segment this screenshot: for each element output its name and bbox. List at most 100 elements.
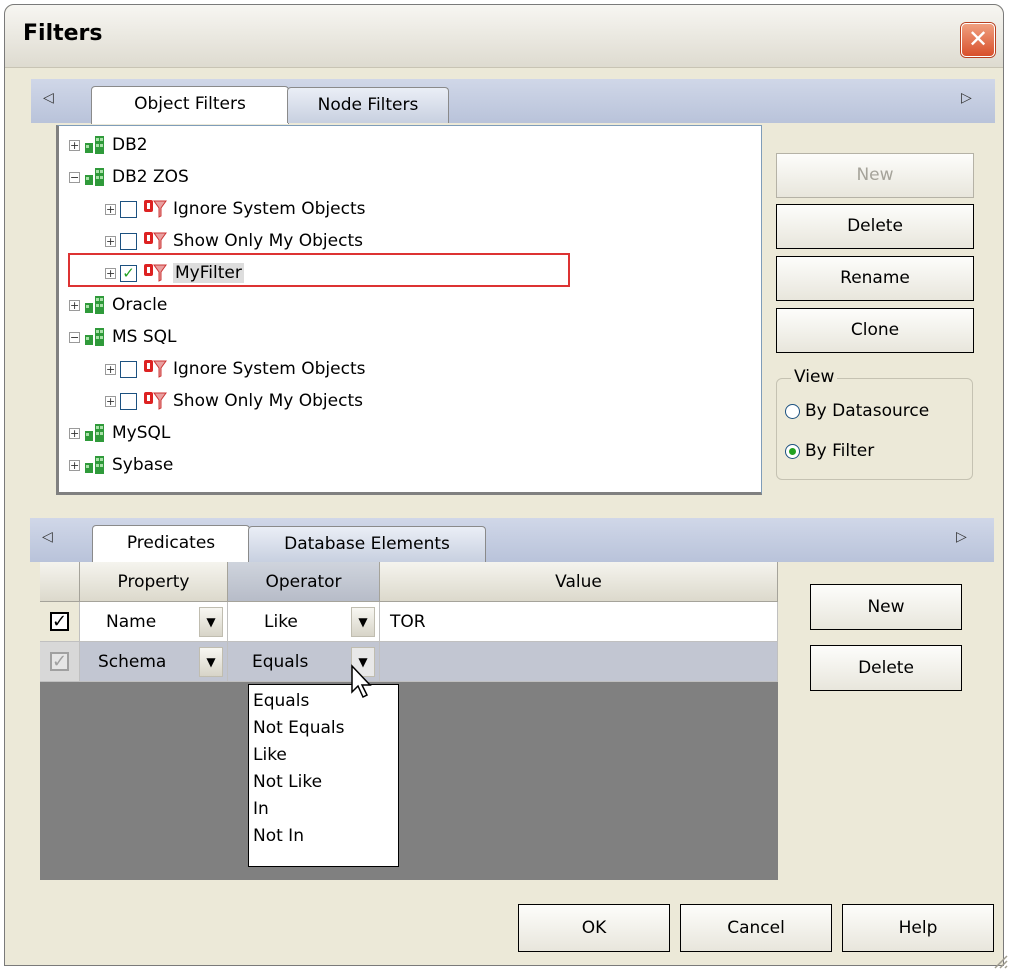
radio-by-filter[interactable]: By Filter — [785, 441, 874, 461]
tree-node-label: DB2 ZOS — [112, 167, 189, 187]
filter-checkbox[interactable] — [120, 360, 137, 378]
row-checkbox-cell[interactable]: ✓ — [40, 642, 80, 682]
grid-corner-header — [40, 562, 80, 602]
expand-icon[interactable]: + — [105, 395, 116, 407]
clone-filter-button[interactable]: Clone — [776, 308, 974, 353]
dropdown-option[interactable]: Like — [253, 742, 394, 769]
tree-node-datasource[interactable]: − MS SQL — [69, 322, 177, 352]
tree-node-filter[interactable]: + Show Only My Objects — [105, 226, 363, 256]
help-button[interactable]: Help — [842, 904, 994, 952]
value-text: TOR — [390, 612, 426, 632]
property-column-header[interactable]: Property — [80, 562, 228, 602]
property-cell[interactable]: Schema ▼ — [80, 642, 228, 682]
tree-node-label: Ignore System Objects — [173, 359, 366, 379]
dropdown-option[interactable]: In — [253, 796, 394, 823]
tree-node-label: DB2 — [112, 135, 148, 155]
dropdown-option[interactable]: Not In — [253, 823, 394, 850]
chevron-down-icon[interactable]: ▼ — [199, 607, 223, 637]
tab-scroll-right-icon[interactable]: ▷ — [961, 90, 972, 106]
property-value: Schema — [98, 652, 167, 672]
filter-checkbox[interactable] — [120, 232, 137, 250]
expand-icon[interactable]: + — [69, 299, 80, 311]
tree-node-label: MS SQL — [112, 327, 177, 347]
filter-checkbox[interactable] — [120, 200, 137, 218]
check-icon[interactable]: ✓ — [50, 612, 69, 631]
filter-checkbox[interactable] — [120, 392, 137, 410]
expand-icon[interactable]: + — [105, 235, 116, 247]
tree-node-label: Show Only My Objects — [173, 231, 363, 251]
chevron-down-icon[interactable]: ▼ — [351, 607, 375, 637]
operator-value: Equals — [252, 652, 309, 672]
operator-dropdown-list[interactable]: Equals Not Equals Like Not Like In Not I… — [248, 684, 399, 867]
delete-filter-button[interactable]: Delete — [776, 204, 974, 249]
new-filter-button[interactable]: New — [776, 153, 974, 198]
ok-button[interactable]: OK — [518, 904, 670, 952]
value-cell[interactable]: TOR — [380, 602, 778, 642]
tab-predicates[interactable]: Predicates — [92, 525, 250, 563]
resize-grip-icon[interactable] — [991, 952, 1009, 970]
tree-node-datasource[interactable]: + MySQL — [69, 418, 170, 448]
radio-by-datasource[interactable]: By Datasource — [785, 401, 929, 421]
predicates-grid[interactable]: Property Operator Value ✓ Name ▼ Like ▼ … — [40, 562, 778, 880]
property-cell[interactable]: Name ▼ — [80, 602, 228, 642]
expand-icon[interactable]: + — [105, 363, 116, 375]
filter-funnel-icon — [144, 232, 167, 250]
tab-database-elements[interactable]: Database Elements — [248, 526, 486, 562]
datasource-icon — [85, 136, 104, 154]
new-predicate-button[interactable]: New — [810, 584, 962, 630]
expand-icon[interactable]: + — [69, 459, 80, 471]
rename-filter-button[interactable]: Rename — [776, 256, 974, 301]
datasource-icon — [85, 456, 104, 474]
tree-node-filter[interactable]: + Show Only My Objects — [105, 386, 363, 416]
upper-tab-strip: ◁ Object Filters Node Filters ▷ — [31, 79, 995, 124]
tree-node-label: Ignore System Objects — [173, 199, 366, 219]
lower-tab-strip: ◁ Predicates Database Elements ▷ — [30, 518, 994, 563]
cancel-button[interactable]: Cancel — [680, 904, 832, 952]
tree-node-datasource[interactable]: + Sybase — [69, 450, 173, 480]
filter-tree[interactable]: + DB2 − DB2 ZOS + Ignore System Objects + Show … — [56, 125, 762, 495]
expand-icon[interactable]: + — [69, 139, 80, 151]
expand-icon[interactable]: + — [105, 203, 116, 215]
value-cell[interactable] — [380, 642, 778, 682]
radio-button[interactable] — [785, 403, 800, 419]
dialog-title: Filters — [23, 21, 103, 46]
operator-cell[interactable]: Like ▼ — [228, 602, 380, 642]
chevron-down-icon[interactable]: ▼ — [199, 647, 223, 677]
collapse-icon[interactable]: − — [69, 331, 80, 343]
tab-node-filters[interactable]: Node Filters — [287, 87, 449, 123]
tab-scroll-left-icon[interactable]: ◁ — [43, 90, 54, 106]
datasource-icon — [85, 328, 104, 346]
operator-column-header[interactable]: Operator — [228, 562, 380, 602]
datasource-icon — [85, 296, 104, 314]
check-icon[interactable]: ✓ — [50, 652, 69, 671]
tree-node-label: Show Only My Objects — [173, 391, 363, 411]
radio-button[interactable] — [785, 443, 800, 459]
datasource-icon — [85, 424, 104, 442]
tree-node-datasource[interactable]: + Oracle — [69, 290, 167, 320]
close-button[interactable]: ✕ — [961, 23, 995, 57]
view-groupbox: View By Datasource By Filter — [776, 367, 973, 480]
dropdown-option[interactable]: Not Like — [253, 769, 394, 796]
tree-node-datasource[interactable]: + DB2 — [69, 130, 148, 160]
tree-node-label: Sybase — [112, 455, 174, 475]
delete-predicate-button[interactable]: Delete — [810, 645, 962, 691]
expand-icon[interactable]: + — [69, 427, 80, 439]
radio-label: By Datasource — [805, 401, 930, 421]
collapse-icon[interactable]: − — [69, 171, 80, 183]
operator-value: Like — [264, 612, 298, 632]
tab-object-filters[interactable]: Object Filters — [91, 86, 289, 124]
filter-funnel-icon — [144, 392, 167, 410]
radio-label: By Filter — [805, 441, 875, 461]
filter-funnel-icon — [144, 200, 167, 218]
tree-node-filter[interactable]: + Ignore System Objects — [105, 194, 365, 224]
tree-node-label: MySQL — [112, 423, 171, 443]
tab-scroll-right-icon[interactable]: ▷ — [956, 529, 967, 545]
tree-node-filter[interactable]: + Ignore System Objects — [105, 354, 365, 384]
row-checkbox-cell[interactable]: ✓ — [40, 602, 80, 642]
property-value: Name — [106, 612, 157, 632]
value-column-header[interactable]: Value — [380, 562, 778, 602]
tree-node-datasource[interactable]: − DB2 ZOS — [69, 162, 189, 192]
mouse-cursor-icon — [351, 664, 372, 699]
tab-scroll-left-icon[interactable]: ◁ — [42, 529, 53, 545]
dropdown-option[interactable]: Not Equals — [253, 715, 394, 742]
